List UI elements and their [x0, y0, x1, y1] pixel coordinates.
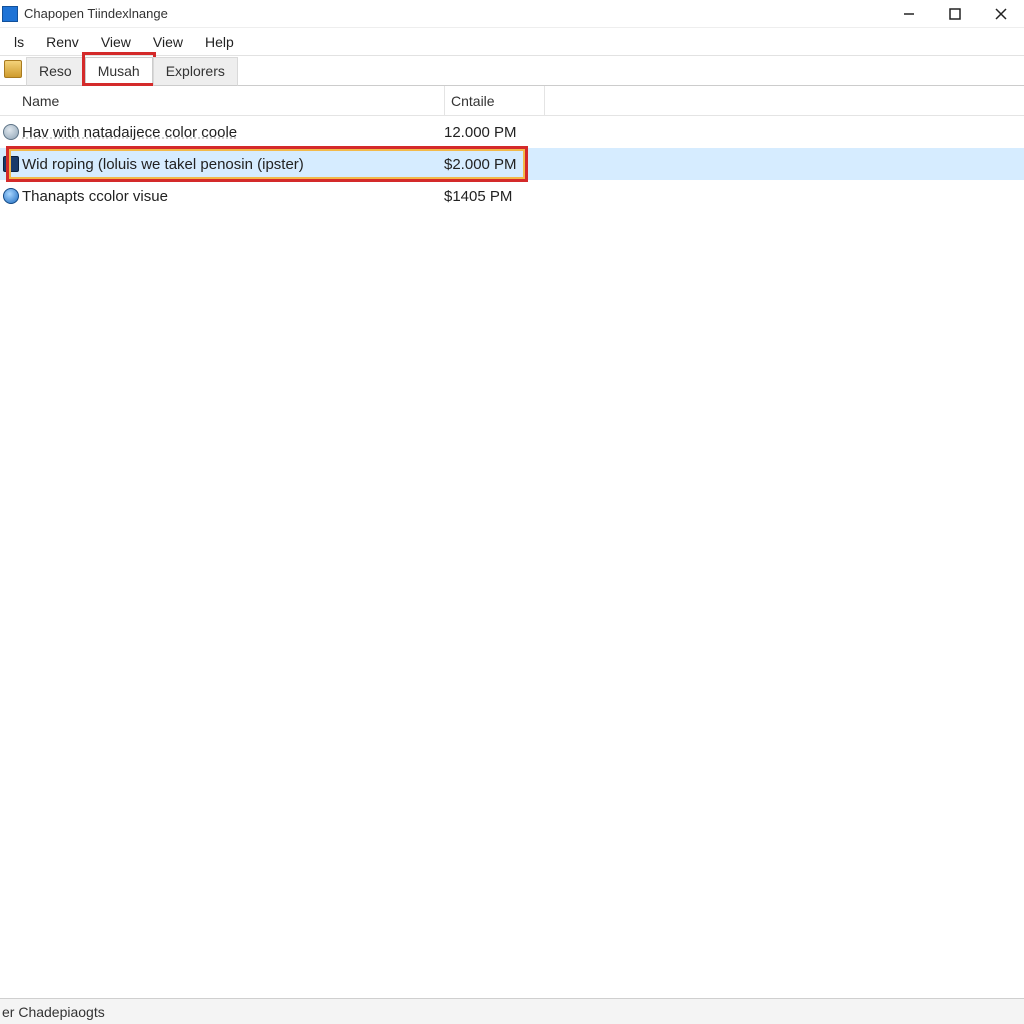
gear-icon	[3, 124, 19, 140]
tab-label: Reso	[39, 63, 72, 79]
close-icon	[994, 7, 1008, 21]
menu-help[interactable]: Help	[195, 31, 244, 53]
item-name: Wid roping (loluis we takel penosin (ips…	[22, 156, 444, 173]
list-view[interactable]: Hav with natadaijece color coole 12.000 …	[0, 116, 1024, 998]
item-cntaile: 12.000 PM	[444, 124, 540, 141]
tab-reso[interactable]: Reso	[26, 57, 85, 86]
app-item-icon	[3, 156, 19, 172]
status-text: er Chadepiaogts	[2, 1004, 105, 1020]
window-title: Chapopen Tiindexlnange	[24, 6, 168, 21]
globe-icon	[3, 188, 19, 204]
app-icon	[2, 6, 18, 22]
tab-explorers[interactable]: Explorers	[153, 57, 238, 86]
list-item[interactable]: Wid roping (loluis we takel penosin (ips…	[0, 148, 1024, 180]
menu-view2[interactable]: View	[143, 31, 193, 53]
minimize-icon	[902, 7, 916, 21]
column-cntaile[interactable]: Cntaile	[444, 86, 544, 115]
item-cntaile: $2.000 PM	[444, 156, 540, 173]
app-window: Chapopen Tiindexlnange ls Renv View View…	[0, 0, 1024, 1024]
window-controls	[886, 0, 1024, 27]
toolbar-icon[interactable]	[4, 60, 22, 78]
list-item[interactable]: Hav with natadaijece color coole 12.000 …	[0, 116, 1024, 148]
menubar: ls Renv View View Help	[0, 28, 1024, 56]
tab-musah[interactable]: Musah	[85, 57, 153, 86]
tab-label: Explorers	[166, 63, 225, 79]
tab-label: Musah	[98, 63, 140, 79]
item-name: Thanapts ccolor visue	[22, 188, 444, 205]
item-cntaile: $1405 PM	[444, 188, 540, 205]
close-button[interactable]	[978, 0, 1024, 28]
list-item[interactable]: Thanapts ccolor visue $1405 PM	[0, 180, 1024, 212]
statusbar: er Chadepiaogts	[0, 998, 1024, 1024]
tabstrip: Reso Musah Explorers	[0, 56, 1024, 86]
column-header: Name Cntaile	[0, 86, 1024, 116]
titlebar: Chapopen Tiindexlnange	[0, 0, 1024, 28]
maximize-button[interactable]	[932, 0, 978, 28]
minimize-button[interactable]	[886, 0, 932, 28]
column-divider	[544, 86, 545, 115]
maximize-icon	[948, 7, 962, 21]
menu-ls[interactable]: ls	[4, 31, 34, 53]
item-name: Hav with natadaijece color coole	[22, 124, 444, 141]
menu-renv[interactable]: Renv	[36, 31, 89, 53]
menu-view1[interactable]: View	[91, 31, 141, 53]
column-name[interactable]: Name	[22, 93, 444, 109]
